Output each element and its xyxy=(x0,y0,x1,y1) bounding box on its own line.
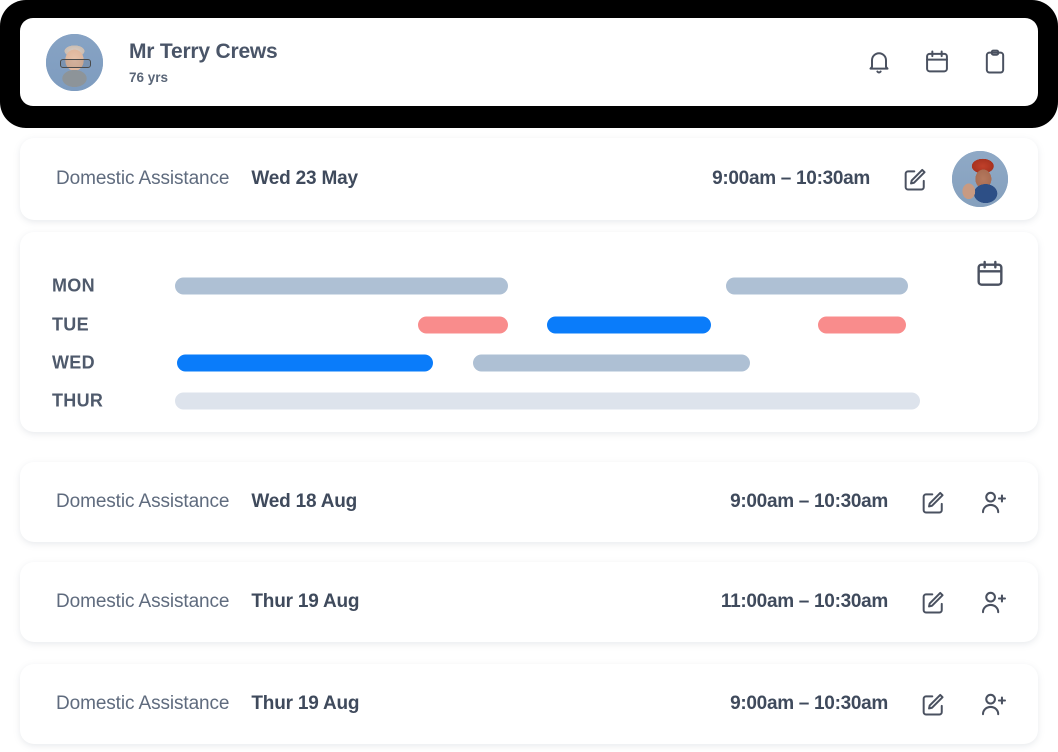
schedule-bar[interactable] xyxy=(175,392,920,410)
care-schedule-app: Mr Terry Crews 76 yrs Domestic Assistanc… xyxy=(0,0,1058,752)
schedule-bar[interactable] xyxy=(726,277,908,295)
patient-header-card: Mr Terry Crews 76 yrs xyxy=(20,18,1038,106)
edit-icon[interactable] xyxy=(918,689,948,719)
appointment-date: Wed 18 Aug xyxy=(251,491,358,512)
appointment-time: 9:00am – 10:30am xyxy=(712,168,870,189)
appointment-service: Domestic Assistance xyxy=(56,693,230,714)
schedule-day-label: TUE xyxy=(52,314,89,335)
schedule-day-label: MON xyxy=(52,275,95,296)
carer-avatar[interactable] xyxy=(952,151,1008,207)
schedule-bar[interactable] xyxy=(473,354,750,372)
appointment-card[interactable]: Domestic Assistance Thur 19 Aug 9:00am – 1… xyxy=(20,664,1038,744)
appointment-service: Domestic Assistance xyxy=(56,491,230,512)
add-person-icon[interactable] xyxy=(978,689,1008,719)
header-actions xyxy=(864,47,1010,77)
add-person-icon[interactable] xyxy=(978,587,1008,617)
schedule-row-tue: TUE xyxy=(20,308,1038,342)
schedule-bar[interactable] xyxy=(177,354,433,372)
add-person-icon[interactable] xyxy=(978,487,1008,517)
bell-icon[interactable] xyxy=(864,47,894,77)
patient-name: Mr Terry Crews xyxy=(129,40,278,64)
appointment-date: Wed 23 May xyxy=(251,168,358,189)
patient-avatar[interactable] xyxy=(46,33,103,91)
patient-age: 76 yrs xyxy=(129,69,169,85)
schedule-row-thur: THUR xyxy=(20,384,1038,418)
appointment-actions: 9:00am – 10:30am xyxy=(712,151,1008,207)
schedule-row-mon: MON xyxy=(20,269,1038,303)
weekly-schedule-panel: MON TUE WED THUR xyxy=(20,232,1038,432)
schedule-bar[interactable] xyxy=(818,316,906,334)
calendar-icon[interactable] xyxy=(922,47,952,77)
appointment-time: 9:00am – 10:30am xyxy=(730,491,888,512)
appointment-service: Domestic Assistance xyxy=(56,591,230,612)
patient-info: Mr Terry Crews 76 yrs xyxy=(129,39,278,84)
appointment-time: 9:00am – 10:30am xyxy=(730,693,888,714)
edit-icon[interactable] xyxy=(918,487,948,517)
appointment-actions: 11:00am – 10:30am xyxy=(721,587,1008,617)
schedule-bar[interactable] xyxy=(547,316,711,334)
schedule-row-wed: WED xyxy=(20,346,1038,380)
appointment-date: Thur 19 Aug xyxy=(251,693,360,714)
appointment-card[interactable]: Domestic Assistance Wed 18 Aug 9:00am – 10… xyxy=(20,462,1038,542)
schedule-bar[interactable] xyxy=(175,277,508,295)
edit-icon[interactable] xyxy=(918,587,948,617)
appointment-card[interactable]: Domestic Assistance Thur 19 Aug 11:00am – … xyxy=(20,562,1038,642)
appointment-actions: 9:00am – 10:30am xyxy=(730,689,1008,719)
appointment-actions: 9:00am – 10:30am xyxy=(730,487,1008,517)
clipboard-icon[interactable] xyxy=(980,47,1010,77)
appointment-service: Domestic Assistance xyxy=(56,168,230,189)
schedule-bar[interactable] xyxy=(418,316,508,334)
schedule-day-label: THUR xyxy=(52,390,104,411)
featured-appointment-card[interactable]: Domestic Assistance Wed 23 May 9:00am – … xyxy=(20,138,1038,220)
appointment-time: 11:00am – 10:30am xyxy=(720,591,888,612)
edit-icon[interactable] xyxy=(900,164,930,194)
schedule-day-label: WED xyxy=(52,352,95,373)
appointment-date: Thur 19 Aug xyxy=(251,591,360,612)
